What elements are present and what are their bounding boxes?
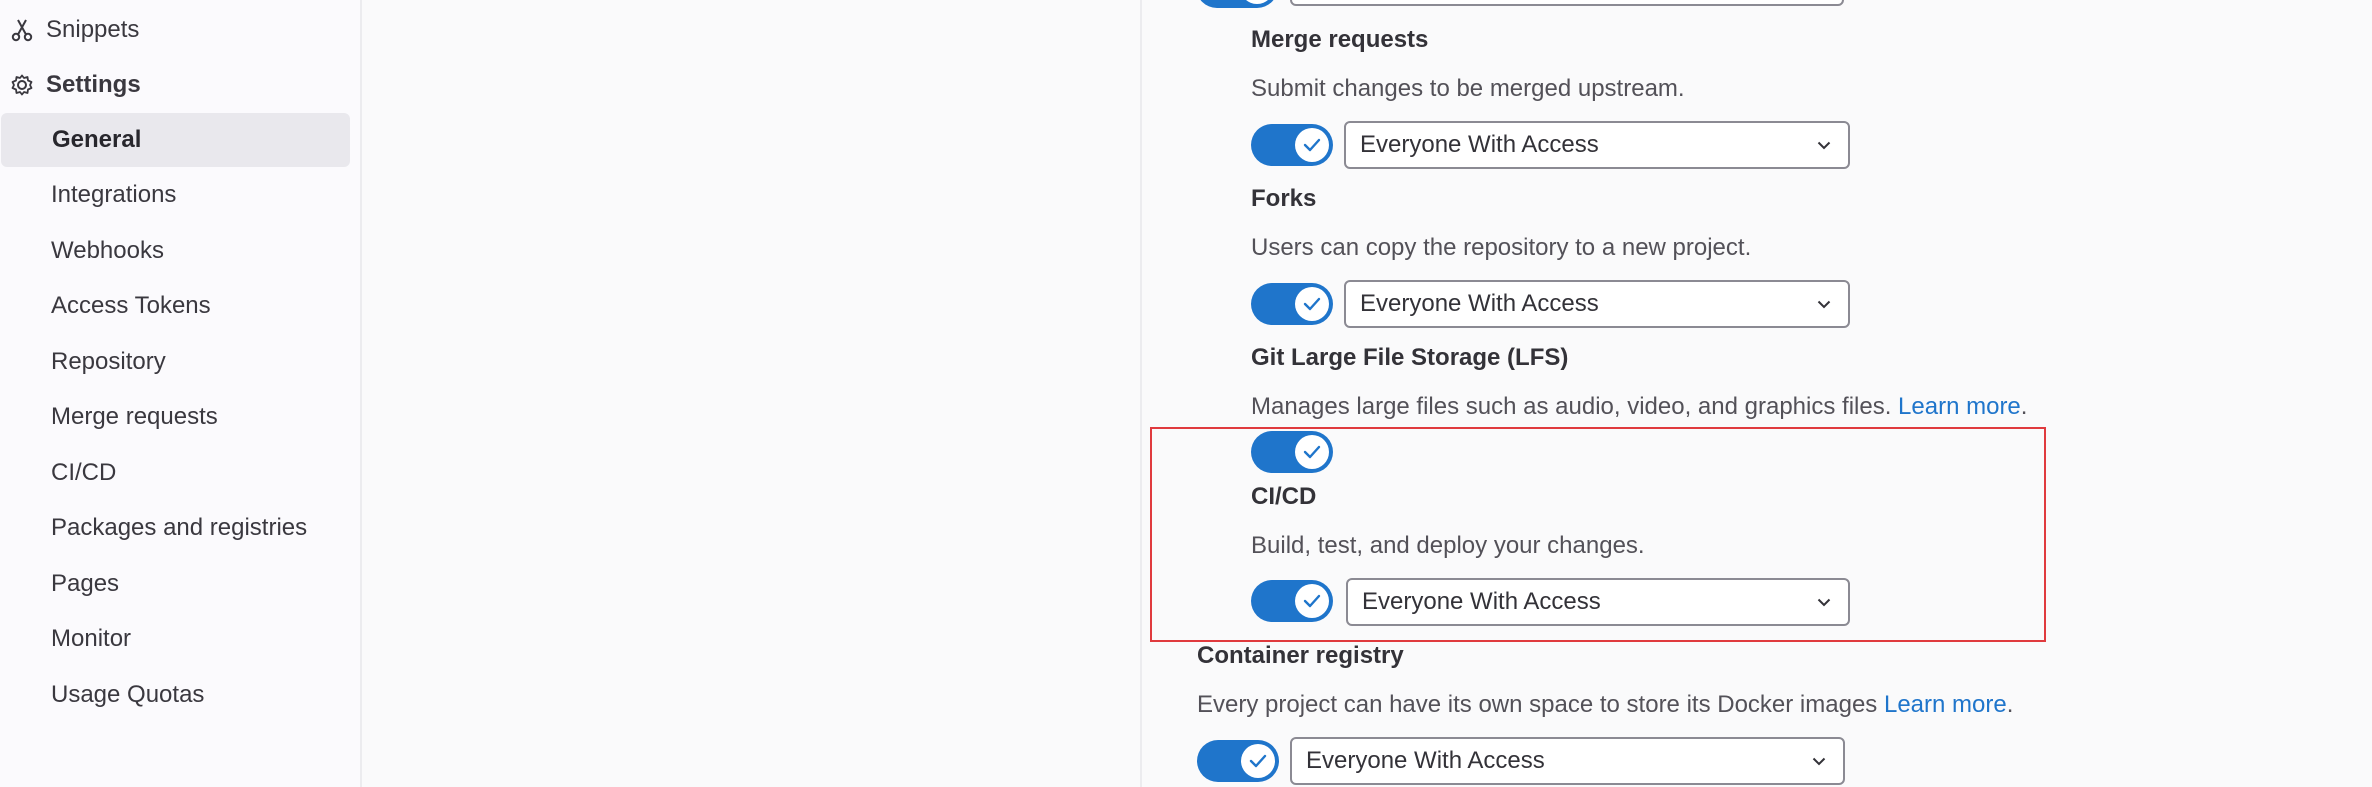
check-icon: [1295, 287, 1329, 321]
chevron-down-icon: [1809, 751, 1829, 771]
merge-requests-access-select[interactable]: Everyone With Access: [1344, 121, 1850, 169]
sidebar-item-merge-requests[interactable]: Merge requests: [0, 390, 349, 444]
merge-requests-description: Submit changes to be merged upstream.: [1251, 75, 1685, 102]
container-registry-learn-more-link[interactable]: Learn more: [1884, 691, 2007, 718]
sidebar-item-pages[interactable]: Pages: [0, 557, 349, 611]
sidebar-item-cicd[interactable]: CI/CD: [0, 446, 349, 500]
main-blank-area: [364, 0, 1142, 787]
sidebar-item-label: Access Tokens: [51, 292, 211, 319]
forks-title: Forks: [1251, 185, 1317, 212]
sidebar-item-label: Packages and registries: [51, 514, 308, 541]
chevron-down-icon: [1814, 294, 1834, 314]
sidebar-item-access-tokens[interactable]: Access Tokens: [0, 279, 349, 333]
lfs-description: Manages large files such as audio, video…: [1251, 393, 2028, 420]
settings-sidebar: Snippets Settings General Integrations W…: [0, 0, 362, 787]
check-icon: [1295, 128, 1329, 162]
forks-access-select[interactable]: Everyone With Access: [1344, 280, 1850, 328]
merge-requests-title: Merge requests: [1251, 26, 1429, 53]
sidebar-item-label: Snippets: [46, 16, 140, 43]
select-value: Everyone With Access: [1360, 290, 1599, 317]
container-registry-description: Every project can have its own space to …: [1197, 691, 2014, 718]
sidebar-item-monitor[interactable]: Monitor: [0, 612, 349, 666]
sidebar-item-label: CI/CD: [51, 459, 117, 486]
select-value: Everyone With Access: [1306, 747, 1545, 774]
gear-icon: [10, 73, 34, 97]
feature-toggle-above[interactable]: [1196, 0, 1278, 8]
select-value: Everyone With Access: [1360, 131, 1599, 158]
sidebar-item-label: Pages: [51, 570, 120, 597]
sidebar-item-settings[interactable]: Settings: [10, 65, 141, 105]
sidebar-item-label: Monitor: [51, 625, 132, 652]
sidebar-item-label: Integrations: [51, 181, 177, 208]
visibility-features-panel: Merge requests Submit changes to be merg…: [1144, 0, 2372, 787]
forks-description: Users can copy the repository to a new p…: [1251, 234, 1752, 261]
sidebar-item-integrations[interactable]: Integrations: [0, 168, 349, 222]
container-registry-access-select[interactable]: Everyone With Access: [1290, 737, 1845, 785]
sidebar-item-label: Merge requests: [51, 403, 218, 430]
sidebar-item-webhooks[interactable]: Webhooks: [0, 224, 349, 278]
snippets-icon: [10, 18, 34, 42]
sidebar-item-general[interactable]: General: [1, 113, 350, 167]
sidebar-item-label: Settings: [46, 71, 141, 98]
sidebar-item-label: Webhooks: [51, 237, 164, 264]
check-icon: [1241, 744, 1275, 778]
sidebar-item-repository[interactable]: Repository: [0, 335, 349, 389]
sidebar-item-label: Repository: [51, 348, 166, 375]
sidebar-item-label: General: [52, 126, 142, 153]
forks-toggle[interactable]: [1251, 283, 1333, 325]
lfs-learn-more-link[interactable]: Learn more: [1898, 393, 2021, 420]
container-registry-toggle[interactable]: [1197, 740, 1279, 782]
sidebar-item-usage-quotas[interactable]: Usage Quotas: [0, 668, 349, 722]
sidebar-item-label: Usage Quotas: [51, 681, 205, 708]
sidebar-item-snippets[interactable]: Snippets: [10, 10, 139, 50]
container-registry-title: Container registry: [1197, 642, 1404, 669]
chevron-down-icon: [1814, 135, 1834, 155]
access-level-select-above[interactable]: [1290, 0, 1844, 6]
lfs-title: Git Large File Storage (LFS): [1251, 344, 1569, 371]
sidebar-item-packages-and-registries[interactable]: Packages and registries: [0, 501, 349, 555]
merge-requests-toggle[interactable]: [1251, 124, 1333, 166]
cicd-highlight-box: [1150, 427, 2046, 642]
